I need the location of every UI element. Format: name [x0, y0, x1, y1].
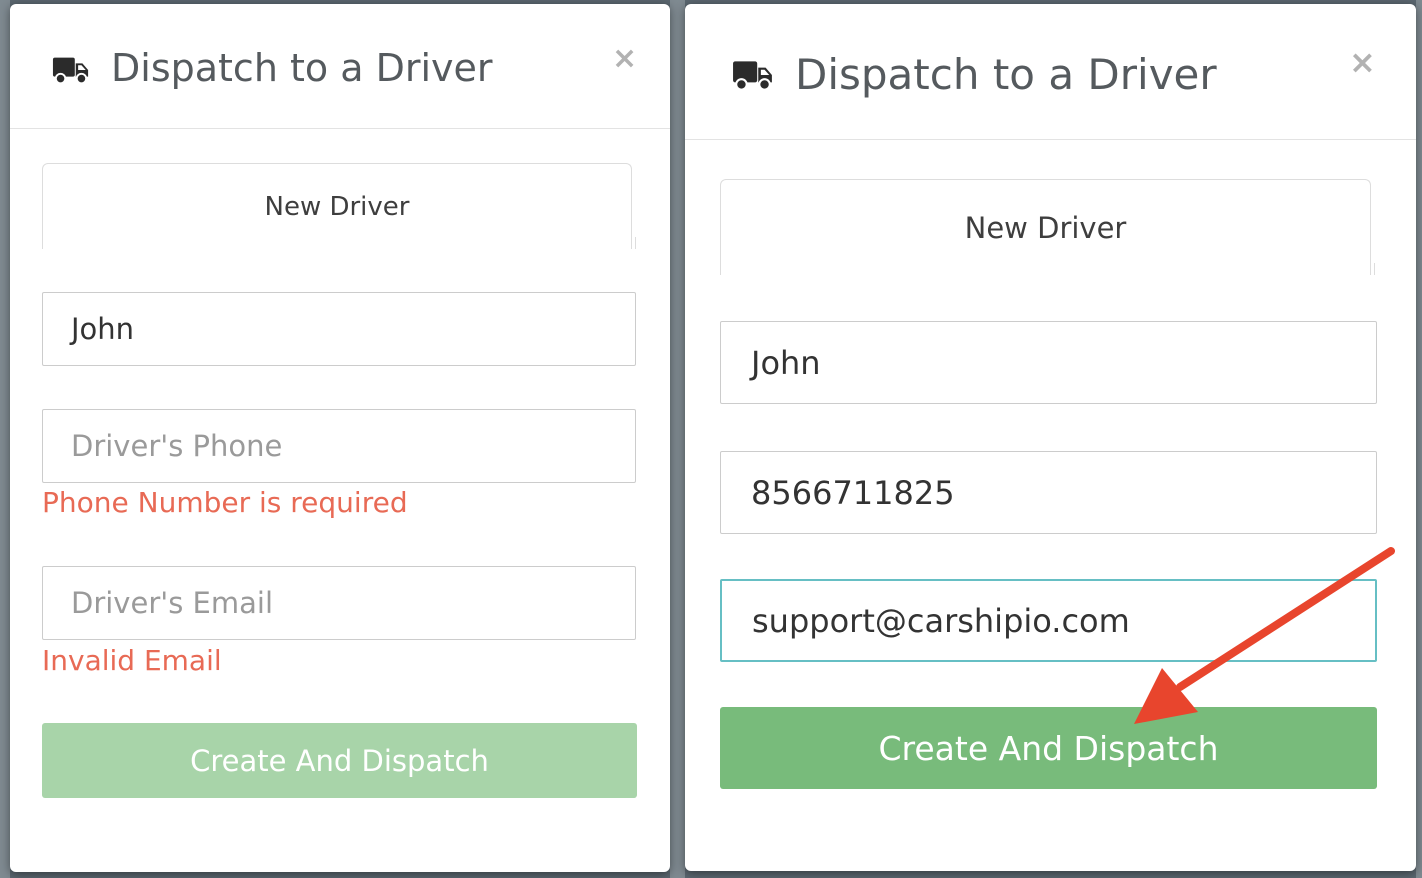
email-error-message: Invalid Email: [42, 644, 222, 677]
tab-new-driver[interactable]: New Driver: [42, 163, 632, 249]
driver-email-input[interactable]: Driver's Email: [42, 566, 636, 640]
driver-name-input[interactable]: John: [42, 292, 636, 366]
dialog-title: Dispatch to a Driver: [795, 50, 1217, 99]
background-right-edge: [1416, 0, 1422, 878]
create-and-dispatch-button[interactable]: Create And Dispatch: [42, 723, 637, 798]
truck-icon: [733, 61, 772, 91]
close-icon[interactable]: ×: [1349, 46, 1376, 78]
close-icon[interactable]: ×: [612, 44, 637, 74]
dispatch-dialog-invalid: Dispatch to a Driver × New Driver John D…: [10, 4, 670, 872]
create-and-dispatch-button[interactable]: Create And Dispatch: [720, 707, 1377, 789]
background-left-edge: [0, 0, 10, 878]
dialog-header: Dispatch to a Driver ×: [10, 4, 670, 129]
background-gap: [670, 0, 685, 878]
truck-icon: [52, 57, 89, 85]
tab-border-tick: [635, 237, 636, 249]
driver-phone-input[interactable]: 8566711825: [720, 451, 1377, 534]
tab-border-tick: [1374, 263, 1375, 275]
dialog-title: Dispatch to a Driver: [111, 46, 493, 90]
dialog-header: Dispatch to a Driver ×: [685, 4, 1416, 140]
driver-phone-input[interactable]: Driver's Phone: [42, 409, 636, 483]
driver-email-input[interactable]: support@carshipio.com: [720, 579, 1377, 662]
phone-error-message: Phone Number is required: [42, 486, 408, 519]
dispatch-dialog-valid: Dispatch to a Driver × New Driver John 8…: [685, 4, 1416, 871]
tab-new-driver[interactable]: New Driver: [720, 179, 1371, 275]
driver-name-input[interactable]: John: [720, 321, 1377, 404]
